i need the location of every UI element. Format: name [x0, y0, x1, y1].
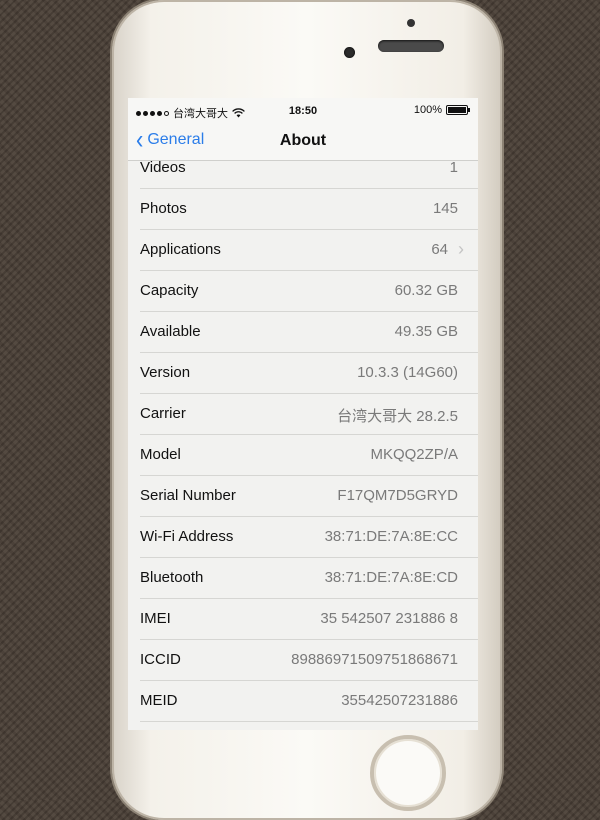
- row-value: 10.3.3 (14G60): [357, 364, 458, 381]
- row-iccid: ICCID 89886971509751868671: [128, 640, 478, 681]
- row-divider: [140, 721, 478, 722]
- disclosure-chevron-icon: ›: [458, 239, 464, 259]
- row-label: Videos: [140, 159, 186, 176]
- row-value: 89886971509751868671: [291, 651, 458, 668]
- row-label: Bluetooth: [140, 569, 204, 586]
- row-wifi-address: Wi-Fi Address 38:71:DE:7A:8E:CC: [128, 517, 478, 558]
- row-label: Version: [140, 364, 191, 381]
- row-value: 64: [431, 241, 448, 258]
- row-label: ICCID: [140, 651, 181, 668]
- row-applications[interactable]: Applications 64 ›: [128, 230, 478, 271]
- row-bluetooth: Bluetooth 38:71:DE:7A:8E:CD: [128, 558, 478, 599]
- proximity-sensor: [407, 19, 415, 27]
- row-value: 49.35 GB: [394, 323, 458, 340]
- row-meid: MEID 35542507231886: [128, 681, 478, 722]
- row-photos: Photos 145: [128, 189, 478, 230]
- status-right: 100%: [413, 104, 470, 116]
- row-label: Serial Number: [140, 487, 236, 504]
- status-bar: 台湾大哥大 18:50 100%: [128, 98, 478, 124]
- row-available: Available 49.35 GB: [128, 312, 478, 353]
- row-value: 38:71:DE:7A:8E:CD: [324, 569, 458, 586]
- row-videos: Videos 1: [128, 148, 478, 189]
- battery-percent: 100%: [413, 104, 442, 116]
- row-label: Carrier: [140, 405, 186, 422]
- phone-screen: 台湾大哥大 18:50 100% ‹ General About Videos …: [128, 98, 478, 730]
- row-label: Photos: [140, 200, 187, 217]
- row-value: MKQQ2ZP/A: [370, 446, 458, 463]
- row-model: Model MKQQ2ZP/A: [128, 435, 478, 476]
- row-value: 台湾大哥大 28.2.5: [337, 408, 458, 425]
- row-serial-number: Serial Number F17QM7D5GRYD: [128, 476, 478, 517]
- row-value: 35 542507 231886 8: [320, 610, 458, 627]
- row-label: Available: [140, 323, 201, 340]
- front-camera: [344, 47, 355, 58]
- row-value: 1: [449, 159, 458, 176]
- row-label: Model: [140, 446, 181, 463]
- row-value: 60.32 GB: [394, 282, 458, 299]
- row-label: Applications: [140, 241, 221, 258]
- earpiece-speaker: [378, 40, 444, 52]
- row-label: Capacity: [140, 282, 199, 299]
- row-version: Version 10.3.3 (14G60): [128, 353, 478, 394]
- battery-icon: [446, 105, 470, 115]
- row-label: Wi-Fi Address: [140, 528, 234, 545]
- row-imei: IMEI 35 542507 231886 8: [128, 599, 478, 640]
- row-value: 38:71:DE:7A:8E:CC: [324, 528, 458, 545]
- row-label: IMEI: [140, 610, 171, 627]
- row-label: MEID: [140, 692, 178, 709]
- row-capacity: Capacity 60.32 GB: [128, 271, 478, 312]
- row-carrier: Carrier 台湾大哥大 28.2.5: [128, 394, 478, 435]
- row-value: F17QM7D5GRYD: [337, 487, 458, 504]
- row-value: 35542507231886: [341, 692, 458, 709]
- row-value: 145: [432, 200, 458, 217]
